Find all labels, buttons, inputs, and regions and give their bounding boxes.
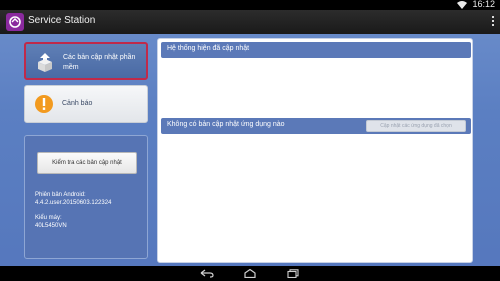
nav-item-warnings[interactable]: Cảnh báo — [24, 85, 148, 123]
nav-item-software-updates[interactable]: Các bản cập nhật phần mềm — [24, 42, 148, 80]
app-updates-text: Không có bản cập nhật ứng dụng nào — [167, 121, 285, 128]
model-value: 40L5450VN — [35, 223, 67, 229]
check-updates-button[interactable]: Kiểm tra các bản cập nhật — [37, 152, 137, 174]
system-nav-bar — [0, 266, 500, 281]
overflow-menu-icon[interactable] — [492, 16, 494, 28]
device-info-panel: Kiểm tra các bản cập nhật Phiên bản Andr… — [24, 135, 148, 259]
wifi-icon — [457, 1, 467, 9]
app-logo-icon[interactable] — [6, 13, 24, 31]
back-icon[interactable] — [200, 269, 214, 278]
recent-apps-icon[interactable] — [286, 269, 300, 278]
system-status-header: Hệ thống hiện đã cập nhật — [161, 42, 471, 58]
app-updates-header: Không có bản cập nhật ứng dụng nào Cập n… — [161, 118, 471, 134]
nav-item-label: Các bản cập nhật phần mềm — [63, 54, 136, 71]
update-selected-apps-button[interactable]: Cập nhật các ứng dụng đã chọn — [366, 120, 466, 132]
nav-item-label: Cảnh báo — [62, 100, 93, 107]
content-panel: Hệ thống hiện đã cập nhật Không có bản c… — [157, 38, 473, 263]
action-bar: Service Station — [0, 10, 500, 34]
model-label: Kiểu máy: — [35, 215, 62, 221]
android-version-value: 4.4.2.user.20150603.122324 — [35, 200, 112, 206]
package-upload-icon — [38, 53, 52, 72]
status-time: 16:12 — [472, 0, 495, 9]
status-bar: 16:12 — [0, 0, 500, 10]
warning-info-icon — [35, 95, 53, 113]
home-icon[interactable] — [243, 269, 257, 278]
app-title: Service Station — [28, 15, 96, 26]
system-status-text: Hệ thống hiện đã cập nhật — [167, 45, 250, 52]
android-version-label: Phiên bản Android: — [35, 192, 86, 198]
